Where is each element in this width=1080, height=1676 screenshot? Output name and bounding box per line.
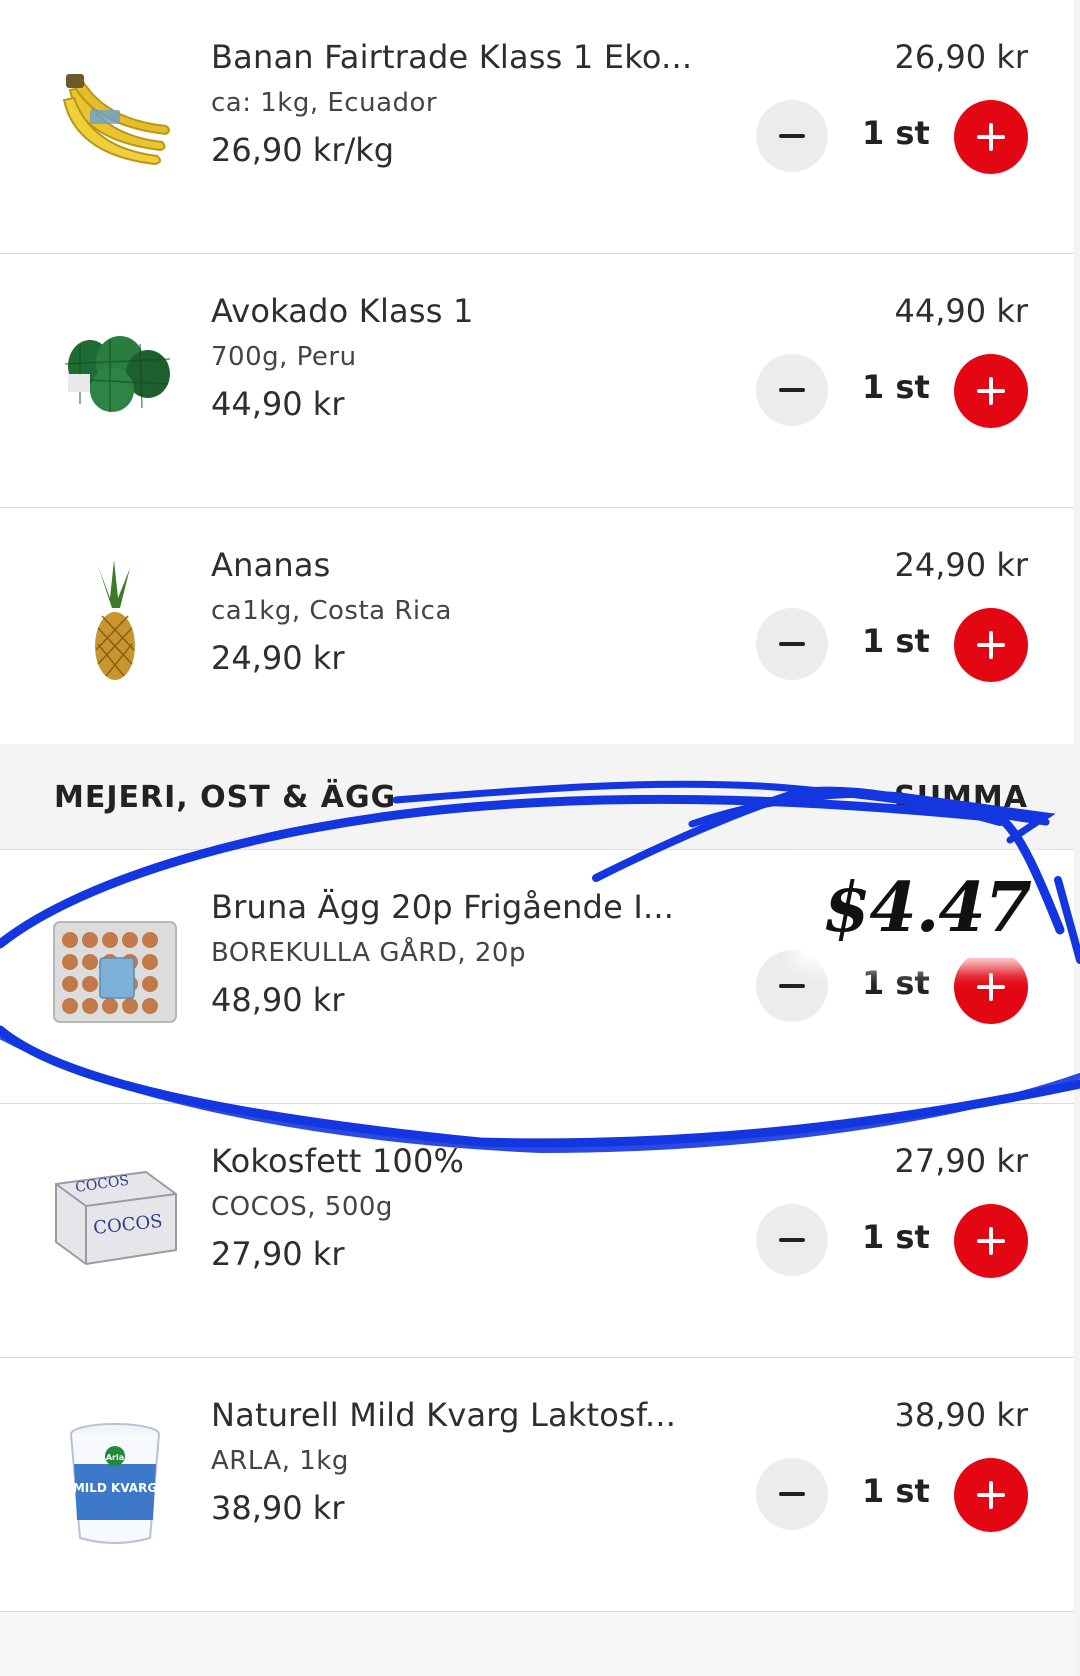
minus-icon [779,134,805,138]
category-title: MEJERI, OST & ÄGG [54,780,397,815]
pineapple-image [50,558,180,688]
increase-quantity-button[interactable] [954,608,1028,682]
banana-image [50,50,180,180]
item-total-price: 27,90 kr [894,1142,1028,1180]
kvarg-label: MILD KVARG [73,1481,157,1495]
item-unit-price: 24,90 kr [211,639,345,677]
item-name: Ananas [211,546,331,584]
arla-logo-text: Arla [106,1453,124,1462]
decrease-quantity-button[interactable] [756,1458,828,1530]
cart-item-row: Ananas ca1kg, Costa Rica 24,90 kr 24,90 … [0,508,1080,762]
item-total-price: 44,90 kr [894,292,1028,330]
item-quantity: 1 st [862,1218,930,1256]
category-header: MEJERI, OST & ÄGG SUMMA [0,744,1080,850]
item-detail: COCOS, 500g [211,1192,393,1222]
item-detail: 700g, Peru [211,342,357,372]
cart-item-row: Arla MILD KVARG Naturell Mild Kvarg Lakt… [0,1358,1080,1612]
cart-item-row: Avokado Klass 1 700g, Peru 44,90 kr 44,9… [0,254,1080,508]
item-total-price: 24,90 kr [894,546,1028,584]
avocado-image [50,304,180,434]
sum-column-label: SUMMA [894,780,1028,815]
item-name: Banan Fairtrade Klass 1 Eko... [211,38,693,76]
item-unit-price: 48,90 kr [211,981,345,1019]
item-quantity: 1 st [862,114,930,152]
item-quantity: 1 st [862,622,930,660]
decrease-quantity-button[interactable] [756,354,828,426]
overlay-price-text: $4.47 [823,868,1032,948]
item-total-price: 26,90 kr [894,38,1028,76]
cart-item-row: COCOS COCOS Kokosfett 100% COCOS, 500g 2… [0,1104,1080,1358]
item-detail: BOREKULLA GÅRD, 20p [211,938,526,968]
item-unit-price: 27,90 kr [211,1235,345,1273]
item-name: Avokado Klass 1 [211,292,474,330]
item-unit-price: 26,90 kr/kg [211,131,395,169]
minus-icon [779,1492,805,1496]
scroll-edge [1074,0,1080,1676]
coconut-fat-image: COCOS COCOS [50,1154,180,1284]
item-quantity: 1 st [862,368,930,406]
cart-item-row: Banan Fairtrade Klass 1 Eko... ca: 1kg, … [0,0,1080,254]
overlay-price-label: $4.47 [805,868,1045,958]
increase-quantity-button[interactable] [954,100,1028,174]
item-detail: ARLA, 1kg [211,1446,349,1476]
item-name: Naturell Mild Kvarg Laktosf... [211,1396,677,1434]
next-section-strip [0,1612,1080,1676]
cart-page: Banan Fairtrade Klass 1 Eko... ca: 1kg, … [0,0,1080,1676]
item-detail: ca1kg, Costa Rica [211,596,452,626]
decrease-quantity-button[interactable] [756,1204,828,1276]
increase-quantity-button[interactable] [954,1458,1028,1532]
decrease-quantity-button[interactable] [756,608,828,680]
item-unit-price: 38,90 kr [211,1489,345,1527]
item-unit-price: 44,90 kr [211,385,345,423]
increase-quantity-button[interactable] [954,1204,1028,1278]
item-detail: ca: 1kg, Ecuador [211,88,438,118]
minus-icon [779,984,805,988]
item-quantity: 1 st [862,964,930,1002]
decrease-quantity-button[interactable] [756,100,828,172]
quark-image: Arla MILD KVARG [50,1420,180,1550]
increase-quantity-button[interactable] [954,950,1028,1024]
item-name: Bruna Ägg 20p Frigående I... [211,888,675,926]
increase-quantity-button[interactable] [954,354,1028,428]
item-quantity: 1 st [862,1472,930,1510]
item-total-price: 38,90 kr [894,1396,1028,1434]
minus-icon [779,642,805,646]
minus-icon [779,1238,805,1242]
eggs-image [50,910,180,1040]
minus-icon [779,388,805,392]
item-name: Kokosfett 100% [211,1142,465,1180]
decrease-quantity-button[interactable] [756,950,828,1022]
